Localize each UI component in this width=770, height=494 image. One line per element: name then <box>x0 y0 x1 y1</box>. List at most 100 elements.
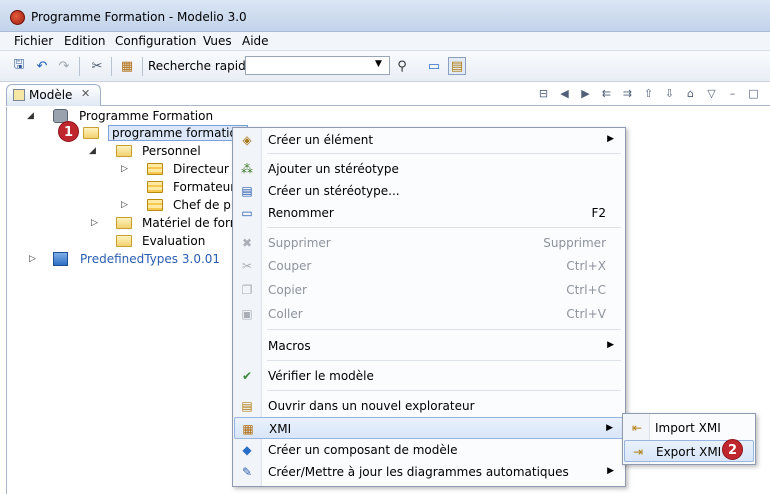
tools-icon[interactable]: ✂ <box>88 57 106 75</box>
view-tab-bar: Modèle ✕ ⊟ ◀ ▶ ⇇ ⇉ ⇧ ⇩ ⌂ ▽ – □ <box>6 84 770 106</box>
paste-icon: ▣ <box>241 307 253 321</box>
add-stereotype-icon: ⁂ <box>241 162 253 176</box>
menu-item-creer-stereotype[interactable]: ▤ Créer un stéréotype... <box>234 180 624 202</box>
shortcut-label: Supprimer <box>543 236 606 250</box>
menu-item-label: Export XMI <box>656 445 722 459</box>
folder-icon <box>116 217 132 229</box>
menu-separator <box>267 360 621 361</box>
window-title: Programme Formation - Modelio 3.0 <box>31 10 247 24</box>
component-icon: ◆ <box>242 443 252 457</box>
binoculars-icon[interactable]: ⚲ <box>393 57 411 75</box>
submenu-arrow-icon: ▶ <box>606 423 613 433</box>
undo-icon[interactable]: ↶ <box>33 57 51 75</box>
shortcut-label: Ctrl+C <box>566 283 606 297</box>
maximize-icon[interactable]: □ <box>745 87 762 101</box>
double-back-icon[interactable]: ⇇ <box>598 87 615 101</box>
down-arrow-icon[interactable]: ⇩ <box>661 87 678 101</box>
context-menu: ◈ Créer un élément ▶ ⁂ Ajouter un stéréo… <box>232 127 626 487</box>
menu-vues[interactable]: Vues <box>203 34 232 48</box>
expanded-twisty-icon[interactable]: ◢ <box>27 111 34 121</box>
shortcut-label: Ctrl+X <box>566 259 606 273</box>
menu-item-label: Renommer <box>268 206 334 220</box>
menu-item-label: Macros <box>268 339 311 353</box>
tab-modele[interactable]: Modèle ✕ <box>6 84 101 106</box>
explorer-toggle-icon[interactable]: ▤ <box>448 57 466 75</box>
up-arrow-icon[interactable]: ⇧ <box>640 87 657 101</box>
double-forward-icon[interactable]: ⇉ <box>619 87 636 101</box>
menu-aide[interactable]: Aide <box>242 34 269 48</box>
menu-item-supprimer[interactable]: ✖ Supprimer Supprimer <box>234 232 624 254</box>
save-icon[interactable]: 🖫 <box>10 57 28 75</box>
menu-item-label: Coller <box>268 307 303 321</box>
menu-item-ajouter-stereotype[interactable]: ⁂ Ajouter un stéréotype <box>234 158 624 180</box>
folder-icon <box>116 145 132 157</box>
class-icon <box>147 199 163 211</box>
xmi-icon: ▦ <box>242 422 254 436</box>
collapse-all-icon[interactable]: ⊟ <box>535 87 552 101</box>
tree-label: PredefinedTypes 3.0.01 <box>80 252 221 266</box>
menu-item-creer-element[interactable]: ◈ Créer un élément ▶ <box>234 129 624 151</box>
menu-item-copier[interactable]: ❐ Copier Ctrl+C <box>234 279 624 301</box>
menu-separator <box>267 227 621 228</box>
quick-search-label: Recherche rapide : <box>148 59 261 73</box>
callout-badge-2: 2 <box>722 439 743 460</box>
submenu-arrow-icon: ▶ <box>607 466 614 476</box>
folder-icon <box>83 127 99 139</box>
menu-item-label: Créer un élément <box>268 133 374 147</box>
menu-item-creer-composant[interactable]: ◆ Créer un composant de modèle <box>234 439 624 461</box>
back-arrow-icon[interactable]: ◀ <box>556 87 573 101</box>
class-icon <box>147 181 163 193</box>
menu-item-label: Ajouter un stéréotype <box>268 162 399 176</box>
menu-fichier[interactable]: Fichier <box>14 34 53 48</box>
menu-item-verifier[interactable]: ✔ Vérifier le modèle <box>234 365 624 387</box>
submenu-arrow-icon: ▶ <box>607 134 614 144</box>
open-folder-icon[interactable]: ▭ <box>425 57 443 75</box>
diagram-update-icon: ✎ <box>241 465 253 479</box>
menu-item-creer-diagrammes[interactable]: ✎ Créer/Mettre à jour les diagrammes aut… <box>234 461 624 483</box>
collapsed-twisty-icon[interactable]: ▷ <box>121 164 128 174</box>
toolbar-separator <box>111 57 112 76</box>
menu-item-xmi[interactable]: ▦ XMI ▶ <box>234 417 624 439</box>
home-icon[interactable]: ⌂ <box>682 87 699 101</box>
forward-arrow-icon[interactable]: ▶ <box>577 87 594 101</box>
menu-item-import-xmi[interactable]: ⇤ Import XMI <box>624 417 754 439</box>
create-element-icon: ◈ <box>242 133 252 147</box>
cut-icon: ✂ <box>241 259 253 273</box>
diagram-icon[interactable]: ▦ <box>118 57 136 75</box>
expanded-twisty-icon[interactable]: ◢ <box>89 146 96 156</box>
menu-item-coller[interactable]: ▣ Coller Ctrl+V <box>234 303 624 325</box>
delete-icon: ✖ <box>241 236 253 250</box>
menu-edition[interactable]: Edition <box>64 34 106 48</box>
menu-separator <box>267 153 621 154</box>
toolbar-separator <box>142 57 143 76</box>
menu-configuration[interactable]: Configuration <box>115 34 196 48</box>
import-xmi-icon: ⇤ <box>631 421 643 435</box>
model-view-icon <box>13 89 25 101</box>
menu-item-renommer[interactable]: ▭ Renommer F2 <box>234 202 624 224</box>
menu-item-label: Couper <box>268 259 312 273</box>
collapsed-twisty-icon[interactable]: ▷ <box>91 218 98 228</box>
collapsed-twisty-icon[interactable]: ▷ <box>29 254 36 264</box>
quick-search-input[interactable] <box>245 56 390 75</box>
minimize-icon[interactable]: – <box>724 87 741 101</box>
submenu-arrow-icon: ▶ <box>607 340 614 350</box>
chevron-down-icon[interactable]: ▼ <box>375 59 382 69</box>
menu-bar: Fichier Edition Configuration Vues Aide <box>0 32 770 51</box>
package-icon <box>53 252 68 266</box>
close-icon[interactable]: ✕ <box>81 87 90 100</box>
collapsed-twisty-icon[interactable]: ▷ <box>121 200 128 210</box>
shortcut-label: F2 <box>591 206 606 220</box>
modelio-app-icon <box>10 10 25 25</box>
tab-label: Modèle <box>29 88 73 102</box>
check-model-icon: ✔ <box>241 369 253 383</box>
menu-item-macros[interactable]: Macros ▶ <box>234 335 624 357</box>
menu-item-ouvrir-explorateur[interactable]: ▤ Ouvrir dans un nouvel explorateur <box>234 395 624 417</box>
tree-label: Personnel <box>142 144 201 158</box>
menu-separator <box>267 329 621 330</box>
redo-icon[interactable]: ↷ <box>55 57 73 75</box>
class-icon <box>147 163 163 175</box>
tree-label: Programme Formation <box>79 109 214 123</box>
menu-item-couper[interactable]: ✂ Couper Ctrl+X <box>234 255 624 277</box>
view-menu-icon[interactable]: ▽ <box>703 87 720 101</box>
shortcut-label: Ctrl+V <box>566 307 606 321</box>
